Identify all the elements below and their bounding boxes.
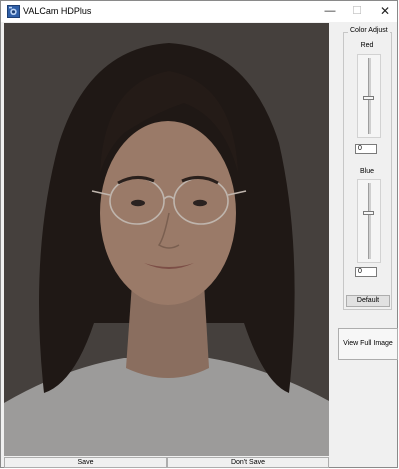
camera-app-icon (7, 5, 20, 18)
blue-value-field[interactable]: 0 (355, 267, 377, 277)
red-value-field[interactable]: 0 (355, 144, 377, 154)
portrait-image (4, 23, 329, 456)
red-slider[interactable] (357, 54, 381, 138)
app-window: VALCam HDPlus — ☐ ✕ Color Adjust Red 0 B… (0, 0, 398, 468)
blue-slider[interactable] (357, 179, 381, 263)
close-button[interactable]: ✕ (371, 1, 399, 22)
title-bar[interactable]: VALCam HDPlus — ☐ ✕ (1, 1, 397, 22)
save-button[interactable]: Save (4, 457, 167, 468)
window-title: VALCam HDPlus (23, 6, 92, 16)
photo-preview (4, 23, 329, 456)
default-button[interactable]: Default (346, 295, 390, 307)
blue-label: Blue (359, 168, 374, 175)
red-label: Red (360, 42, 374, 49)
color-adjust-title: Color Adjust (348, 27, 390, 34)
dont-save-button[interactable]: Don't Save (167, 457, 329, 468)
red-slider-thumb[interactable] (363, 96, 374, 100)
view-full-image-button[interactable]: View Full Image (338, 328, 398, 360)
blue-slider-track (368, 183, 371, 259)
blue-slider-thumb[interactable] (363, 211, 374, 215)
maximize-button[interactable]: ☐ (343, 1, 371, 22)
minimize-button[interactable]: — (316, 1, 344, 22)
